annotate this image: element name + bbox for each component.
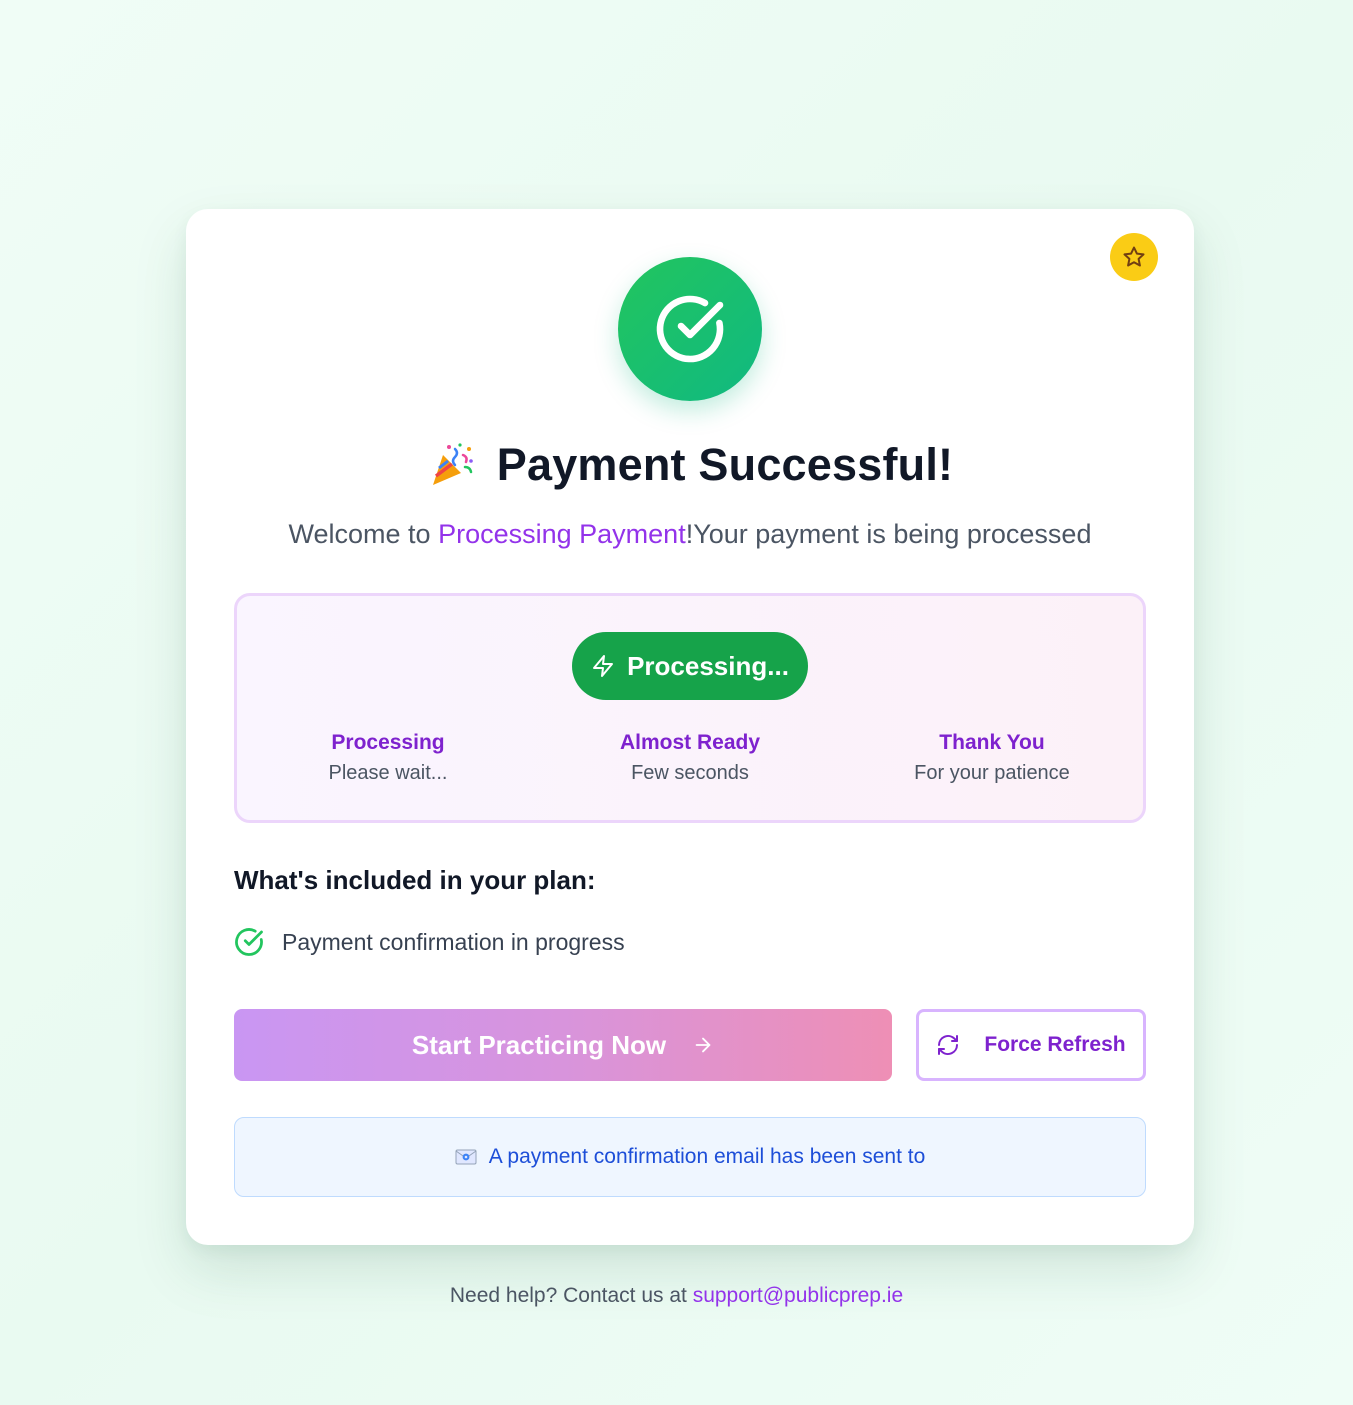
status-step-subtitle: For your patience (914, 762, 1070, 784)
email-notice-text: A payment confirmation email has been se… (488, 1145, 926, 1168)
lightning-icon (593, 655, 614, 677)
email-confirmation-notice: A payment confirmation email has been se… (234, 1117, 1146, 1197)
check-circle-icon (235, 928, 263, 956)
processing-status-panel: Processing... Processing Please wait... … (234, 593, 1146, 823)
success-check-badge (618, 257, 762, 401)
arrow-right-icon (695, 1037, 711, 1053)
help-footer: Need help? Contact us at support@publicp… (0, 1284, 1353, 1308)
status-step: Thank You For your patience (841, 728, 1143, 788)
check-circle-icon (656, 295, 724, 363)
welcome-prefix: Welcome to (288, 519, 439, 549)
plan-heading: What's included in your plan: (234, 865, 596, 895)
status-step-title: Processing (331, 731, 445, 754)
party-popper-icon (432, 443, 473, 485)
refresh-icon (938, 1035, 959, 1055)
support-email-link[interactable]: support@publicprep.ie (693, 1284, 903, 1307)
star-icon (1123, 246, 1145, 267)
plan-name: Processing Payment (438, 519, 686, 549)
plan-feature-item: Payment confirmation in progress (234, 927, 625, 957)
status-step-title: Almost Ready (619, 731, 761, 754)
processing-status-pill: Processing... (572, 632, 808, 700)
welcome-message: Welcome to Processing Payment!Your payme… (186, 519, 1194, 550)
status-step-subtitle: Few seconds (631, 762, 749, 784)
help-text: Need help? Contact us at (449, 1284, 693, 1307)
status-step: Processing Please wait... (237, 728, 539, 788)
envelope-icon (455, 1149, 477, 1165)
star-badge[interactable] (1110, 233, 1158, 281)
status-step: Almost Ready Few seconds (539, 728, 841, 788)
page-title: Payment Successful! (496, 439, 954, 490)
force-refresh-label: Force Refresh (984, 1033, 1126, 1056)
status-step-subtitle: Please wait... (328, 762, 448, 784)
processing-pill-label: Processing... (627, 650, 789, 681)
plan-feature-label: Payment confirmation in progress (282, 928, 625, 955)
payment-success-card: Payment Successful! Welcome to Processin… (186, 209, 1194, 1245)
start-practicing-button[interactable]: Start Practicing Now (234, 1009, 892, 1081)
start-practicing-label: Start Practicing Now (411, 1029, 667, 1060)
force-refresh-button[interactable]: Force Refresh (916, 1009, 1146, 1081)
title-row: Payment Successful! (186, 439, 1194, 491)
status-steps: Processing Please wait... Almost Ready F… (237, 728, 1143, 788)
status-step-title: Thank You (939, 731, 1045, 754)
welcome-suffix: !Your payment is being processed (685, 519, 1092, 549)
